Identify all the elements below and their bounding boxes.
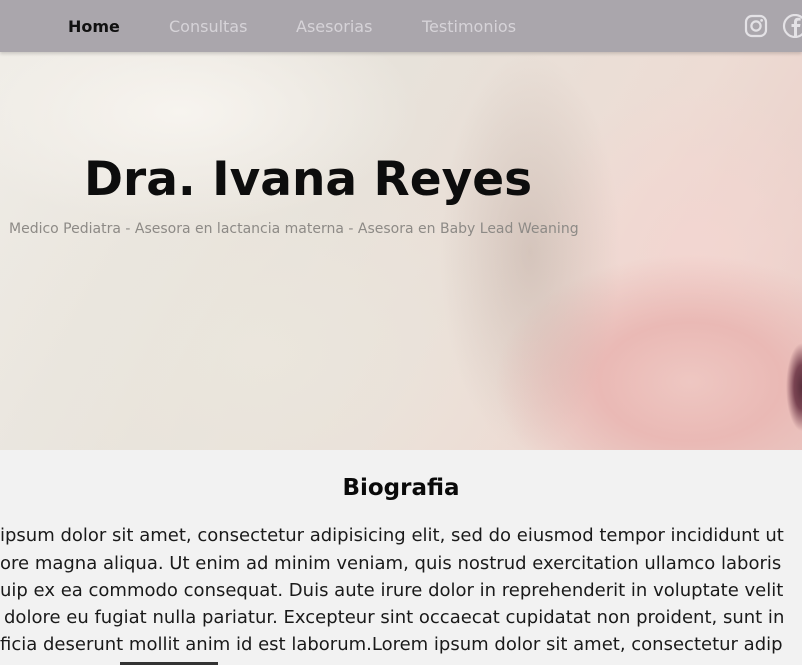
biography-text-line: ore magna aliqua. Ut enim ad minim venia… (0, 553, 782, 574)
biography-heading: Biografia (342, 475, 460, 501)
nav-home[interactable]: Home (68, 17, 120, 37)
hero-image-detail (772, 332, 802, 442)
top-navbar: Home Consultas Asesorias Testimonios (0, 0, 802, 52)
biography-text-line: uip ex ea commodo consequat. Duis aute i… (0, 580, 784, 601)
hero-image-shadow (430, 52, 630, 450)
nav-asesorias[interactable]: Asesorias (296, 17, 372, 37)
instagram-icon[interactable] (744, 14, 768, 38)
hero-title: Dra. Ivana Reyes (84, 152, 533, 207)
hero-banner (0, 52, 802, 450)
facebook-icon[interactable] (782, 13, 802, 39)
biography-text-line: ficia deserunt mollit anim id est laboru… (0, 634, 783, 655)
biography-text-line: ipsum dolor sit amet, consectetur adipis… (0, 525, 784, 546)
nav-testimonios[interactable]: Testimonios (422, 17, 516, 37)
biography-text-line: dolore eu fugiat nulla pariatur. Excepte… (4, 607, 785, 628)
hero-subtitle: Medico Pediatra - Asesora en lactancia m… (9, 221, 579, 237)
nav-consultas[interactable]: Consultas (169, 17, 247, 37)
